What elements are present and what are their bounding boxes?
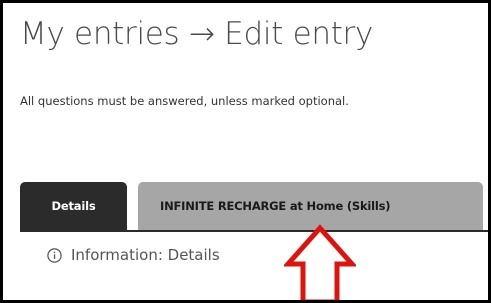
tab-infinite-recharge-skills[interactable]: INFINITE RECHARGE at Home (Skills) bbox=[138, 182, 483, 230]
instructions-text: All questions must be answered, unless m… bbox=[20, 94, 349, 108]
red-arrow-up-icon bbox=[284, 224, 356, 303]
info-section-label: Information: Details bbox=[71, 246, 220, 264]
tab-strip-divider bbox=[20, 230, 491, 232]
tab-details[interactable]: Details bbox=[20, 182, 127, 230]
info-circle-icon bbox=[47, 247, 62, 263]
page-title: My entries → Edit entry bbox=[20, 16, 374, 52]
info-section-header[interactable]: Information: Details bbox=[47, 246, 220, 264]
